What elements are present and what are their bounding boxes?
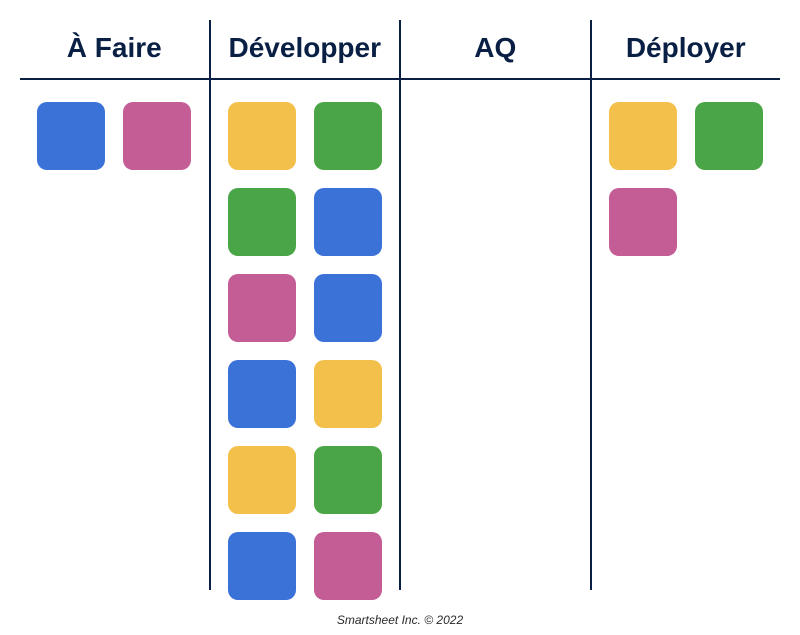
card[interactable] (228, 532, 296, 600)
card[interactable] (228, 102, 296, 170)
column-qa: AQ (401, 20, 592, 590)
column-header: À Faire (20, 20, 209, 80)
cards-container (609, 80, 763, 256)
cards-container (37, 80, 191, 170)
kanban-board: À Faire Développer AQ Déployer (0, 0, 800, 590)
card[interactable] (609, 102, 677, 170)
card[interactable] (228, 446, 296, 514)
card[interactable] (314, 188, 382, 256)
footer-copyright: Smartsheet Inc. © 2022 (0, 613, 800, 627)
cards-container (418, 80, 572, 102)
card[interactable] (314, 274, 382, 342)
card[interactable] (314, 102, 382, 170)
card[interactable] (695, 102, 763, 170)
card[interactable] (37, 102, 105, 170)
column-header: AQ (401, 20, 590, 80)
card[interactable] (314, 446, 382, 514)
card[interactable] (314, 360, 382, 428)
column-header: Développer (211, 20, 400, 80)
column-header: Déployer (592, 20, 781, 80)
card[interactable] (228, 360, 296, 428)
card[interactable] (123, 102, 191, 170)
card[interactable] (609, 188, 677, 256)
card[interactable] (314, 532, 382, 600)
card[interactable] (228, 188, 296, 256)
column-develop: Développer (211, 20, 402, 590)
cards-container (228, 80, 382, 600)
column-todo: À Faire (20, 20, 211, 590)
column-deploy: Déployer (592, 20, 781, 590)
card[interactable] (228, 274, 296, 342)
